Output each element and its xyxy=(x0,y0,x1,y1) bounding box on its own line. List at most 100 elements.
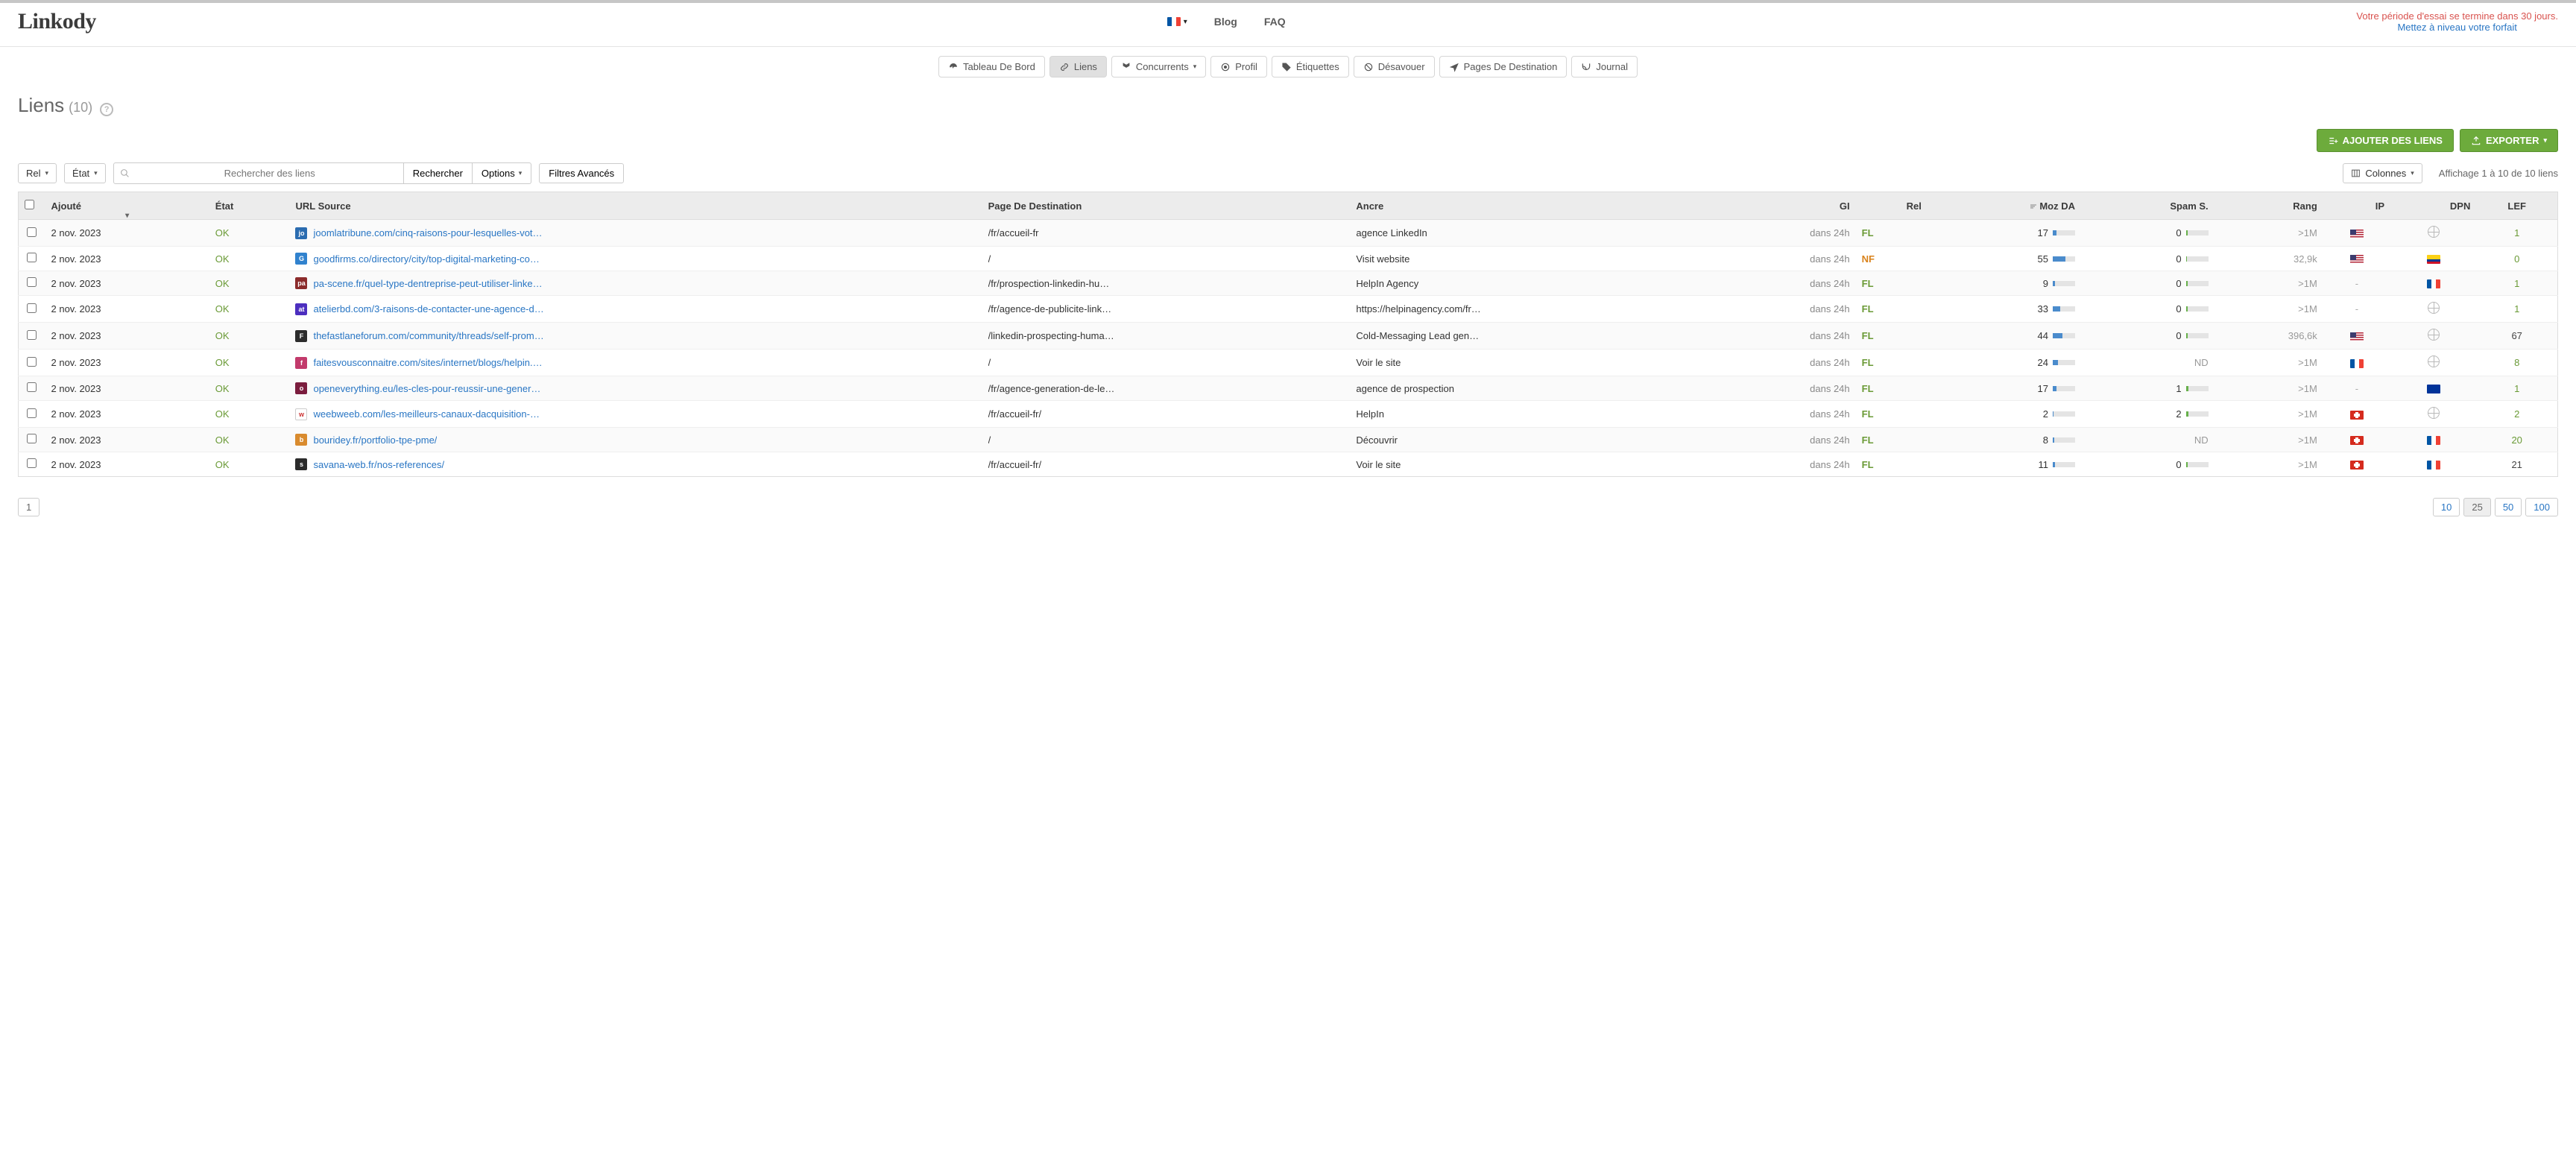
tab-tags[interactable]: Étiquettes xyxy=(1272,56,1349,78)
cell-mozda: 24 xyxy=(1928,350,2081,376)
nav-faq[interactable]: FAQ xyxy=(1264,16,1286,28)
row-checkbox[interactable] xyxy=(27,227,37,237)
flag-ch-icon xyxy=(2350,461,2364,470)
tab-landing-pages[interactable]: Pages De Destination xyxy=(1439,56,1568,78)
col-mozda[interactable]: Moz DA xyxy=(1928,192,2081,220)
page-size-group: 1025 50100 xyxy=(2433,498,2558,516)
cell-mozda: 44 xyxy=(1928,323,2081,350)
col-added[interactable]: Ajouté xyxy=(45,192,209,220)
landing-page-icon xyxy=(1449,62,1459,72)
page-1[interactable]: 1 xyxy=(18,498,40,516)
row-checkbox[interactable] xyxy=(27,303,37,313)
cell-added: 2 nov. 2023 xyxy=(45,220,209,247)
row-checkbox[interactable] xyxy=(27,434,37,443)
cell-ip: - xyxy=(2323,271,2390,296)
col-source[interactable]: URL Source xyxy=(289,192,982,220)
tab-profile[interactable]: Profil xyxy=(1210,56,1267,78)
page-size-100[interactable]: 100 xyxy=(2525,498,2558,516)
source-link[interactable]: faitesvousconnaitre.com/sites/internet/b… xyxy=(313,357,544,368)
col-spam[interactable]: Spam S. xyxy=(2081,192,2214,220)
col-gi[interactable]: GI xyxy=(1718,192,1856,220)
cell-anchor: https://helpinagency.com/fr/… xyxy=(1350,296,1718,323)
source-link[interactable]: goodfirms.co/directory/city/top-digital-… xyxy=(313,253,544,265)
cell-spam: ND xyxy=(2081,428,2214,452)
page-size-50[interactable]: 50 xyxy=(2495,498,2522,516)
upgrade-link[interactable]: Mettez à niveau votre forfait xyxy=(2356,22,2558,33)
chevron-down-icon: ▾ xyxy=(1184,18,1187,26)
profile-icon xyxy=(1220,62,1231,72)
export-button[interactable]: EXPORTER ▾ xyxy=(2460,129,2558,152)
source-link[interactable]: joomlatribune.com/cinq-raisons-pour-lesq… xyxy=(313,227,544,238)
language-selector[interactable]: ▾ xyxy=(1167,17,1187,26)
page-size-25[interactable]: 25 xyxy=(2463,498,2490,516)
row-checkbox[interactable] xyxy=(27,277,37,287)
source-link[interactable]: openeverything.eu/les-cles-pour-reussir-… xyxy=(313,383,544,394)
flag-ch-icon xyxy=(2350,436,2364,445)
columns-button[interactable]: Colonnes▾ xyxy=(2343,163,2422,183)
cell-dest: / xyxy=(982,247,1351,271)
cell-dpn xyxy=(2390,323,2476,350)
dash: - xyxy=(2355,303,2358,314)
source-link[interactable]: pa-scene.fr/quel-type-dentreprise-peut-u… xyxy=(313,278,544,289)
table-row: 2 nov. 2023OKatatelierbd.com/3-raisons-d… xyxy=(19,296,2558,323)
col-ip[interactable]: IP xyxy=(2323,192,2390,220)
source-link[interactable]: weebweeb.com/les-meilleurs-canaux-dacqui… xyxy=(313,408,544,420)
table-row: 2 nov. 2023OKFthefastlaneforum.com/commu… xyxy=(19,323,2558,350)
rel-filter[interactable]: Rel▾ xyxy=(18,163,57,183)
nav-blog[interactable]: Blog xyxy=(1214,16,1237,28)
col-dpn[interactable]: DPN xyxy=(2390,192,2476,220)
cell-source: Fthefastlaneforum.com/community/threads/… xyxy=(289,323,982,350)
table-row: 2 nov. 2023OKpapa-scene.fr/quel-type-den… xyxy=(19,271,2558,296)
globe-icon xyxy=(2428,329,2440,341)
col-rel[interactable]: Rel xyxy=(1856,192,1928,220)
row-checkbox[interactable] xyxy=(27,253,37,262)
cell-dpn xyxy=(2390,376,2476,401)
help-icon[interactable]: ? xyxy=(100,103,113,116)
col-dest[interactable]: Page De Destination xyxy=(982,192,1351,220)
columns-icon xyxy=(2351,168,2361,178)
cell-dest: /linkedin-prospecting-huma… xyxy=(982,323,1351,350)
search-input[interactable] xyxy=(136,163,403,183)
row-checkbox[interactable] xyxy=(27,382,37,392)
tab-journal[interactable]: Journal xyxy=(1571,56,1638,78)
col-lef[interactable]: LEF xyxy=(2476,192,2557,220)
flag-us-icon xyxy=(2350,332,2364,341)
add-links-button[interactable]: AJOUTER DES LIENS xyxy=(2317,129,2454,152)
cell-lef: 2 xyxy=(2476,401,2557,428)
cell-dest: / xyxy=(982,428,1351,452)
cell-source: bbouridey.fr/portfolio-tpe-pme/ xyxy=(289,428,982,452)
cell-state: OK xyxy=(209,220,290,247)
source-link[interactable]: atelierbd.com/3-raisons-de-contacter-une… xyxy=(313,303,544,314)
source-link[interactable]: thefastlaneforum.com/community/threads/s… xyxy=(313,330,544,341)
cell-spam: ND xyxy=(2081,350,2214,376)
source-link[interactable]: savana-web.fr/nos-references/ xyxy=(313,459,444,470)
tab-disavow[interactable]: Désavouer xyxy=(1354,56,1435,78)
select-all-checkbox[interactable] xyxy=(25,200,34,209)
page-size-10[interactable]: 10 xyxy=(2433,498,2460,516)
row-checkbox[interactable] xyxy=(27,408,37,418)
table-row: 2 nov. 2023OKwweebweeb.com/les-meilleurs… xyxy=(19,401,2558,428)
source-link[interactable]: bouridey.fr/portfolio-tpe-pme/ xyxy=(313,434,437,446)
row-checkbox[interactable] xyxy=(27,458,37,468)
col-state[interactable]: État xyxy=(209,192,290,220)
col-anchor[interactable]: Ancre xyxy=(1350,192,1718,220)
cell-ip xyxy=(2323,428,2390,452)
tab-links[interactable]: Liens xyxy=(1049,56,1107,78)
sort-icon xyxy=(2029,202,2038,211)
cell-ip: - xyxy=(2323,376,2390,401)
cell-added: 2 nov. 2023 xyxy=(45,376,209,401)
row-checkbox[interactable] xyxy=(27,357,37,367)
cell-dpn xyxy=(2390,452,2476,477)
advanced-filters-button[interactable]: Filtres Avancés xyxy=(539,163,624,183)
cell-state: OK xyxy=(209,401,290,428)
state-filter[interactable]: État▾ xyxy=(64,163,106,183)
dash: - xyxy=(2355,383,2358,394)
tab-competitors-label: Concurrents xyxy=(1136,61,1189,72)
cell-added: 2 nov. 2023 xyxy=(45,350,209,376)
tab-competitors[interactable]: Concurrents ▾ xyxy=(1111,56,1206,78)
options-button[interactable]: Options▾ xyxy=(473,162,531,184)
col-rank[interactable]: Rang xyxy=(2214,192,2323,220)
search-button[interactable]: Rechercher xyxy=(404,162,473,184)
row-checkbox[interactable] xyxy=(27,330,37,340)
tab-dashboard[interactable]: Tableau De Bord xyxy=(938,56,1045,78)
